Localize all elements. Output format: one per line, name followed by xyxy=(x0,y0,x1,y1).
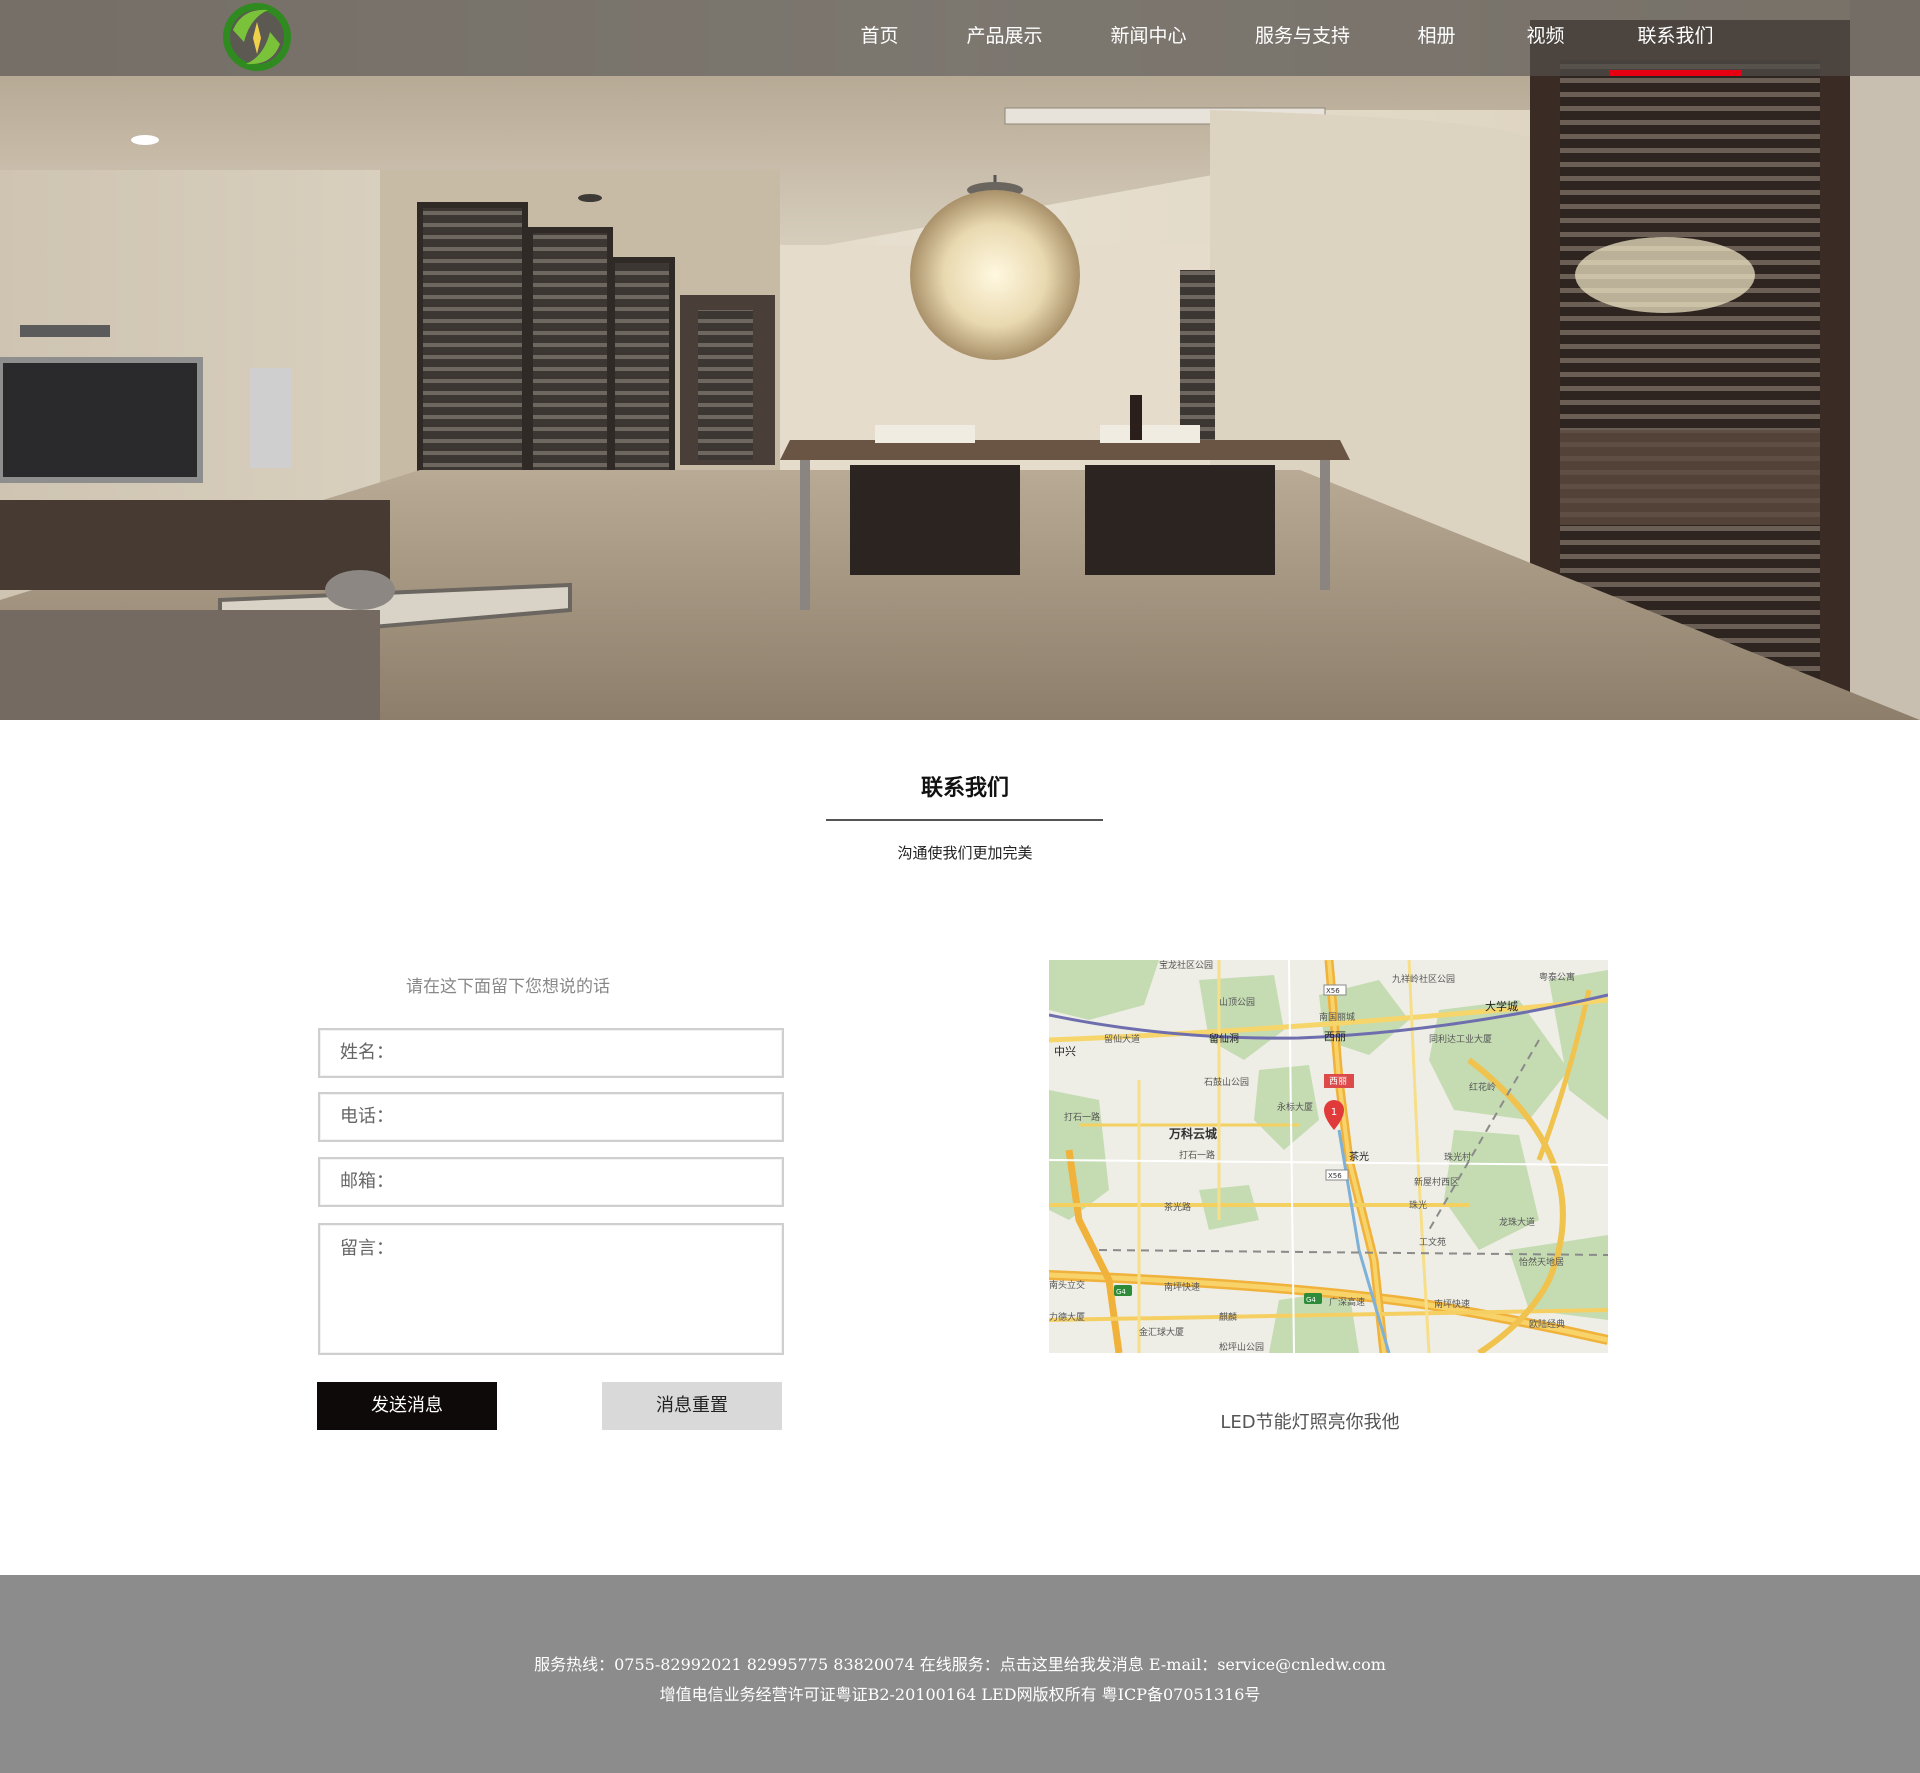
map-label: 南头立交 xyxy=(1049,1279,1085,1291)
nav-contact-us[interactable]: 联系我们 xyxy=(1609,0,1742,76)
phone-label: 电话： xyxy=(340,1106,394,1127)
map-label: 打石一路 xyxy=(1179,1149,1215,1161)
map-label: 同利达工业大厦 xyxy=(1429,1033,1492,1045)
map-label: 山顶公园 xyxy=(1219,997,1255,1008)
map-label: X56 xyxy=(1326,987,1340,995)
section-title: 联系我们 xyxy=(920,776,1009,801)
map-label: 欧陆经典 xyxy=(1529,1318,1565,1330)
map-label: 茶光路 xyxy=(1164,1201,1191,1213)
name-label: 姓名： xyxy=(340,1042,394,1063)
map-label: 留仙洞 xyxy=(1209,1032,1239,1045)
footer-contact-line: 服务热线：0755-82992021 82995775 83820074 在线服… xyxy=(534,1655,1386,1674)
footer: 服务热线：0755-82992021 82995775 83820074 在线服… xyxy=(0,1575,1920,1773)
nav-album[interactable]: 相册 xyxy=(1408,0,1465,76)
form-hint: 请在这下面留下您想说的话 xyxy=(406,977,610,997)
nav-video[interactable]: 视频 xyxy=(1517,0,1574,76)
map-label: 怡然天地居 xyxy=(1519,1256,1564,1268)
map-label: 中兴 xyxy=(1054,1045,1076,1058)
map-caption: LED节能灯照亮你我他 xyxy=(1220,1412,1400,1433)
title-divider xyxy=(826,819,1103,821)
map-label: 力德大厦 xyxy=(1049,1311,1085,1323)
map-label: 南国丽城 xyxy=(1319,1011,1355,1023)
phone-field[interactable]: 电话： xyxy=(318,1092,784,1142)
hero-image xyxy=(0,0,1920,720)
section-subtitle: 沟通使我们更加完美 xyxy=(897,844,1033,862)
map-label: 红花岭 xyxy=(1469,1081,1496,1093)
map-label: 石鼓山公园 xyxy=(1204,1076,1249,1088)
map-label: 打石一路 xyxy=(1064,1111,1100,1123)
map-label: 西丽 xyxy=(1324,1030,1346,1043)
map-label: 留仙大道 xyxy=(1104,1033,1140,1045)
map-marker-label: 1 xyxy=(1331,1107,1337,1118)
map-label: 南坪快速 xyxy=(1434,1298,1470,1310)
location-map[interactable]: 宝龙社区公园 九祥岭社区公园 粤泰公寓 山顶公园 大学城 南国丽城 西丽 留仙洞… xyxy=(1049,960,1608,1353)
map-label: 茶光 xyxy=(1349,1150,1369,1163)
message-textarea[interactable]: 留言： xyxy=(318,1223,784,1355)
map-label: 松坪山公园 xyxy=(1219,1341,1264,1353)
name-field[interactable]: 姓名： xyxy=(318,1028,784,1078)
map-label: 大学城 xyxy=(1485,999,1518,1013)
nav-service-support[interactable]: 服务与支持 xyxy=(1250,0,1355,76)
reset-message-button[interactable]: 消息重置 xyxy=(602,1382,782,1430)
map-label: 粤泰公寓 xyxy=(1539,971,1575,983)
map-label: 宝龙社区公园 xyxy=(1159,960,1213,971)
map-image: 宝龙社区公园 九祥岭社区公园 粤泰公寓 山顶公园 大学城 南国丽城 西丽 留仙洞… xyxy=(1049,960,1608,1353)
map-label: 金汇球大厦 xyxy=(1139,1326,1184,1338)
map-label: 麒麟 xyxy=(1219,1311,1237,1323)
message-label: 留言： xyxy=(340,1238,394,1259)
email-label: 邮箱： xyxy=(340,1171,394,1192)
map-label: 龙珠大道 xyxy=(1499,1216,1535,1228)
send-message-button[interactable]: 发送消息 xyxy=(317,1382,497,1430)
map-label: 万科云城 xyxy=(1168,1126,1217,1141)
nav-home[interactable]: 首页 xyxy=(843,0,916,76)
map-label: 工文苑 xyxy=(1419,1236,1446,1248)
hero-banner xyxy=(0,0,1920,720)
map-label: 新屋村西区 xyxy=(1414,1176,1459,1188)
top-navbar: 首页 产品展示 新闻中心 服务与支持 相册 视频 联系我们 xyxy=(0,0,1920,76)
email-field[interactable]: 邮箱： xyxy=(318,1157,784,1207)
leaf-logo-icon xyxy=(223,3,291,71)
nav-products[interactable]: 产品展示 xyxy=(960,0,1049,76)
map-label: 珠光 xyxy=(1409,1199,1427,1211)
map-label: G4 xyxy=(1116,1288,1126,1296)
map-label: 西丽 xyxy=(1329,1076,1347,1087)
map-label: 南坪快速 xyxy=(1164,1281,1200,1293)
map-label: 广深高速 xyxy=(1329,1296,1365,1308)
map-label: 珠光村 xyxy=(1444,1151,1471,1163)
nav-news[interactable]: 新闻中心 xyxy=(1104,0,1193,76)
map-label: X56 xyxy=(1328,1172,1342,1180)
map-label: 永标大厦 xyxy=(1277,1101,1313,1113)
footer-license-line: 增值电信业务经营许可证粤证B2-20100164 LED网版权所有 粤ICP备0… xyxy=(659,1685,1261,1704)
map-label: 九祥岭社区公园 xyxy=(1392,973,1455,985)
map-label: G4 xyxy=(1306,1296,1316,1304)
site-logo[interactable] xyxy=(220,0,294,74)
